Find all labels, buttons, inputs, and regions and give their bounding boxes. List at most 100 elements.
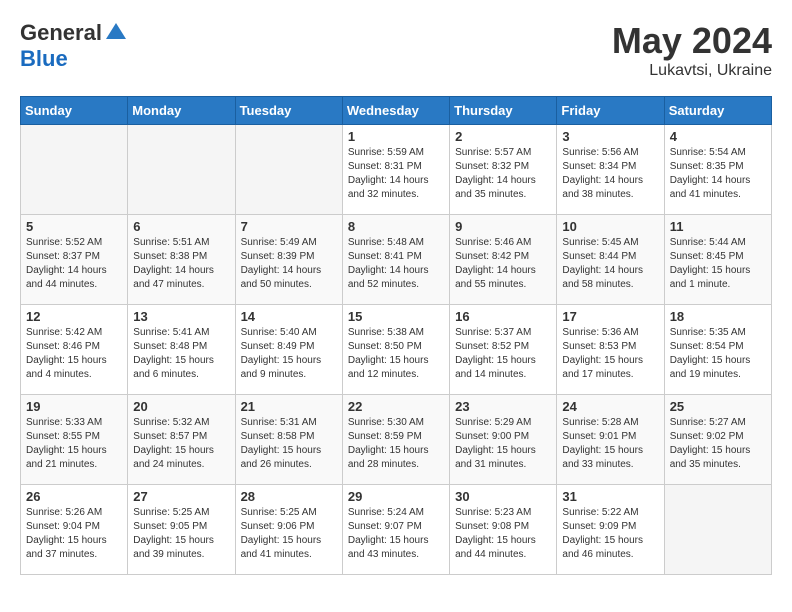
day-info: Sunrise: 5:48 AM Sunset: 8:41 PM Dayligh… xyxy=(348,236,444,292)
calendar-cell: 14Sunrise: 5:40 AM Sunset: 8:49 PM Dayli… xyxy=(235,305,342,395)
day-info: Sunrise: 5:59 AM Sunset: 8:31 PM Dayligh… xyxy=(348,146,444,202)
day-info: Sunrise: 5:52 AM Sunset: 8:37 PM Dayligh… xyxy=(26,236,122,292)
day-number: 16 xyxy=(455,309,551,324)
calendar-cell: 11 Sunrise: 5:44 AM Sunset: 8:45 PM Dayli… xyxy=(664,215,771,305)
day-info: Sunrise: 5:28 AM Sunset: 9:01 PM Dayligh… xyxy=(562,416,658,472)
calendar-cell: 17 Sunrise: 5:36 AM Sunset: 8:53 PM Dayli… xyxy=(557,305,664,395)
day-number: 1 xyxy=(348,129,444,144)
day-number: 26 xyxy=(26,489,122,504)
day-info: Sunrise: 5:45 AM Sunset: 8:44 PM Dayligh… xyxy=(562,236,658,292)
weekday-header-sunday: Sunday xyxy=(21,97,128,125)
week-row-1: 1 Sunrise: 5:59 AM Sunset: 8:31 PM Daylig… xyxy=(21,125,772,215)
day-number: 9 xyxy=(455,219,551,234)
day-number: 22 xyxy=(348,399,444,414)
day-info: Sunrise: 5:30 AM Sunset: 8:59 PM Dayligh… xyxy=(348,416,444,472)
day-number: 2 xyxy=(455,129,551,144)
day-number: 20 xyxy=(133,399,229,414)
calendar-cell: 4 Sunrise: 5:54 AM Sunset: 8:35 PM Daylig… xyxy=(664,125,771,215)
week-row-3: 12Sunrise: 5:42 AM Sunset: 8:46 PM Dayli… xyxy=(21,305,772,395)
calendar-cell: 1 Sunrise: 5:59 AM Sunset: 8:31 PM Daylig… xyxy=(342,125,449,215)
calendar-cell: 12Sunrise: 5:42 AM Sunset: 8:46 PM Dayli… xyxy=(21,305,128,395)
day-info: Sunrise: 5:24 AM Sunset: 9:07 PM Dayligh… xyxy=(348,506,444,562)
title-section: May 2024 Lukavtsi, Ukraine xyxy=(612,20,772,80)
day-number: 3 xyxy=(562,129,658,144)
calendar-cell xyxy=(235,125,342,215)
day-number: 27 xyxy=(133,489,229,504)
weekday-header-thursday: Thursday xyxy=(450,97,557,125)
calendar-cell: 10 Sunrise: 5:45 AM Sunset: 8:44 PM Dayli… xyxy=(557,215,664,305)
day-info: Sunrise: 5:35 AM Sunset: 8:54 PM Dayligh… xyxy=(670,326,766,382)
day-number: 29 xyxy=(348,489,444,504)
calendar-cell: 7 Sunrise: 5:49 AM Sunset: 8:39 PM Daylig… xyxy=(235,215,342,305)
day-info: Sunrise: 5:25 AM Sunset: 9:05 PM Dayligh… xyxy=(133,506,229,562)
day-info: Sunrise: 5:27 AM Sunset: 9:02 PM Dayligh… xyxy=(670,416,766,472)
day-info: Sunrise: 5:57 AM Sunset: 8:32 PM Dayligh… xyxy=(455,146,551,202)
week-row-5: 26 Sunrise: 5:26 AM Sunset: 9:04 PM Dayli… xyxy=(21,485,772,575)
weekday-header-saturday: Saturday xyxy=(664,97,771,125)
calendar-cell: 24 Sunrise: 5:28 AM Sunset: 9:01 PM Dayli… xyxy=(557,395,664,485)
day-number: 18 xyxy=(670,309,766,324)
day-info: Sunrise: 5:40 AM Sunset: 8:49 PM Dayligh… xyxy=(241,326,337,382)
day-info: Sunrise: 5:44 AM Sunset: 8:45 PM Dayligh… xyxy=(670,236,766,292)
day-info: Sunrise: 5:49 AM Sunset: 8:39 PM Dayligh… xyxy=(241,236,337,292)
day-number: 28 xyxy=(241,489,337,504)
day-info: Sunrise: 5:37 AM Sunset: 8:52 PM Dayligh… xyxy=(455,326,551,382)
day-info: Sunrise: 5:32 AM Sunset: 8:57 PM Dayligh… xyxy=(133,416,229,472)
day-info: Sunrise: 5:23 AM Sunset: 9:08 PM Dayligh… xyxy=(455,506,551,562)
day-number: 25 xyxy=(670,399,766,414)
weekday-header-tuesday: Tuesday xyxy=(235,97,342,125)
day-number: 7 xyxy=(241,219,337,234)
month-title: May 2024 xyxy=(612,20,772,62)
weekday-header-friday: Friday xyxy=(557,97,664,125)
day-info: Sunrise: 5:22 AM Sunset: 9:09 PM Dayligh… xyxy=(562,506,658,562)
week-row-2: 5Sunrise: 5:52 AM Sunset: 8:37 PM Daylig… xyxy=(21,215,772,305)
calendar-cell xyxy=(21,125,128,215)
calendar-cell: 13 Sunrise: 5:41 AM Sunset: 8:48 PM Dayli… xyxy=(128,305,235,395)
day-number: 30 xyxy=(455,489,551,504)
day-info: Sunrise: 5:54 AM Sunset: 8:35 PM Dayligh… xyxy=(670,146,766,202)
day-number: 19 xyxy=(26,399,122,414)
calendar-cell: 6Sunrise: 5:51 AM Sunset: 8:38 PM Daylig… xyxy=(128,215,235,305)
day-number: 23 xyxy=(455,399,551,414)
calendar-cell: 27 Sunrise: 5:25 AM Sunset: 9:05 PM Dayli… xyxy=(128,485,235,575)
day-number: 15 xyxy=(348,309,444,324)
calendar-cell: 31 Sunrise: 5:22 AM Sunset: 9:09 PM Dayli… xyxy=(557,485,664,575)
day-number: 8 xyxy=(348,219,444,234)
calendar-cell: 20 Sunrise: 5:32 AM Sunset: 8:57 PM Dayli… xyxy=(128,395,235,485)
calendar-cell: 2 Sunrise: 5:57 AM Sunset: 8:32 PM Daylig… xyxy=(450,125,557,215)
day-number: 24 xyxy=(562,399,658,414)
day-info: Sunrise: 5:31 AM Sunset: 8:58 PM Dayligh… xyxy=(241,416,337,472)
day-info: Sunrise: 5:51 AM Sunset: 8:38 PM Dayligh… xyxy=(133,236,229,292)
calendar-cell: 9Sunrise: 5:46 AM Sunset: 8:42 PM Daylig… xyxy=(450,215,557,305)
calendar-cell xyxy=(664,485,771,575)
day-number: 31 xyxy=(562,489,658,504)
day-number: 4 xyxy=(670,129,766,144)
calendar-cell: 28 Sunrise: 5:25 AM Sunset: 9:06 PM Dayli… xyxy=(235,485,342,575)
day-info: Sunrise: 5:56 AM Sunset: 8:34 PM Dayligh… xyxy=(562,146,658,202)
day-number: 11 xyxy=(670,219,766,234)
day-info: Sunrise: 5:26 AM Sunset: 9:04 PM Dayligh… xyxy=(26,506,122,562)
logo: General Blue xyxy=(20,20,128,72)
weekday-header-monday: Monday xyxy=(128,97,235,125)
week-row-4: 19 Sunrise: 5:33 AM Sunset: 8:55 PM Dayli… xyxy=(21,395,772,485)
calendar-cell: 29 Sunrise: 5:24 AM Sunset: 9:07 PM Dayli… xyxy=(342,485,449,575)
day-info: Sunrise: 5:29 AM Sunset: 9:00 PM Dayligh… xyxy=(455,416,551,472)
day-info: Sunrise: 5:33 AM Sunset: 8:55 PM Dayligh… xyxy=(26,416,122,472)
calendar-cell: 5Sunrise: 5:52 AM Sunset: 8:37 PM Daylig… xyxy=(21,215,128,305)
logo-blue-text: Blue xyxy=(20,46,68,72)
day-number: 17 xyxy=(562,309,658,324)
day-number: 10 xyxy=(562,219,658,234)
weekday-header-wednesday: Wednesday xyxy=(342,97,449,125)
calendar-cell: 22 Sunrise: 5:30 AM Sunset: 8:59 PM Dayli… xyxy=(342,395,449,485)
calendar-cell: 23 Sunrise: 5:29 AM Sunset: 9:00 PM Dayli… xyxy=(450,395,557,485)
weekday-header-row: SundayMondayTuesdayWednesdayThursdayFrid… xyxy=(21,97,772,125)
day-info: Sunrise: 5:25 AM Sunset: 9:06 PM Dayligh… xyxy=(241,506,337,562)
day-info: Sunrise: 5:38 AM Sunset: 8:50 PM Dayligh… xyxy=(348,326,444,382)
calendar-cell: 21Sunrise: 5:31 AM Sunset: 8:58 PM Dayli… xyxy=(235,395,342,485)
location-text: Lukavtsi, Ukraine xyxy=(612,62,772,80)
calendar-cell: 16 Sunrise: 5:37 AM Sunset: 8:52 PM Dayli… xyxy=(450,305,557,395)
day-info: Sunrise: 5:36 AM Sunset: 8:53 PM Dayligh… xyxy=(562,326,658,382)
page-header: General Blue May 2024 Lukavtsi, Ukraine xyxy=(20,20,772,80)
day-info: Sunrise: 5:41 AM Sunset: 8:48 PM Dayligh… xyxy=(133,326,229,382)
day-number: 13 xyxy=(133,309,229,324)
